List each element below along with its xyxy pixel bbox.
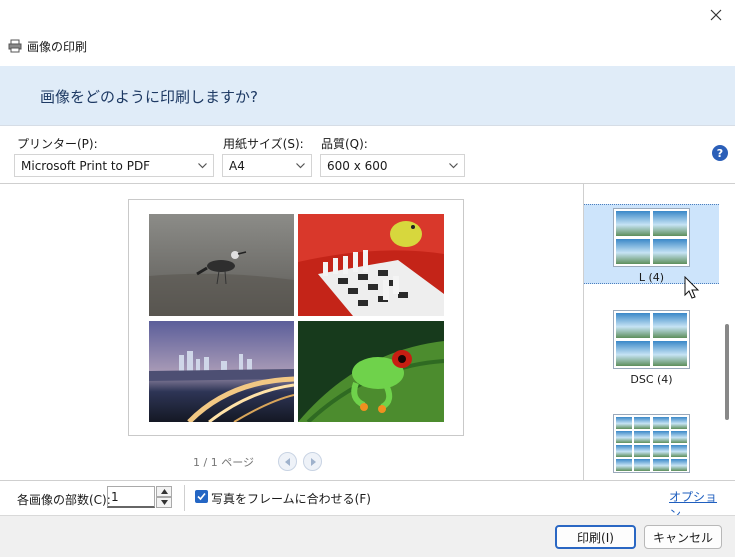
arrow-left-icon	[284, 457, 290, 466]
quality-select[interactable]: 600 x 600	[320, 154, 465, 177]
fit-to-frame-checkbox[interactable]	[195, 490, 208, 503]
printer-value: Microsoft Print to PDF	[21, 158, 151, 173]
help-button[interactable]: ?	[712, 145, 728, 161]
quality-value: 600 x 600	[327, 158, 388, 173]
chevron-down-icon	[296, 163, 305, 169]
chevron-up-icon	[160, 489, 168, 494]
quality-label: 品質(Q):	[321, 137, 368, 151]
previous-page-button[interactable]	[278, 452, 297, 471]
decrement-button[interactable]	[156, 497, 172, 508]
layout-scrollbar[interactable]	[725, 324, 729, 420]
page-preview	[128, 199, 464, 436]
header-banner: 画像をどのように印刷しますか?	[0, 66, 735, 126]
layout-item-l4[interactable]: L (4)	[584, 204, 719, 284]
preview-pane: 1 / 1 ページ	[0, 184, 583, 480]
options-row: 各画像の部数(C): 1 写真をフレームに合わせる(F) オプション...	[0, 481, 735, 521]
copies-stepper[interactable]	[156, 486, 172, 508]
close-button[interactable]	[703, 2, 729, 28]
paper-size-value: A4	[229, 158, 245, 173]
arrow-right-icon	[310, 457, 316, 466]
checkmark-icon	[197, 492, 206, 501]
next-page-button[interactable]	[303, 452, 322, 471]
copies-value: 1	[111, 489, 119, 504]
chess-parrot-photo	[298, 214, 444, 316]
window-title: 画像の印刷	[27, 39, 88, 54]
paper-size-select[interactable]: A4	[222, 154, 312, 177]
frog-photo	[298, 321, 444, 422]
layout-thumbnail	[613, 414, 690, 473]
paper-size-label: 用紙サイズ(S):	[223, 137, 304, 151]
close-icon	[710, 9, 722, 21]
print-button[interactable]: 印刷(I)	[555, 525, 636, 549]
print-dialog: 画像の印刷 画像をどのように印刷しますか? プリンター(P): Microsof…	[0, 0, 735, 557]
help-icon: ?	[716, 146, 724, 160]
layout-thumbnail	[613, 208, 690, 267]
increment-button[interactable]	[156, 486, 172, 497]
title-bar: 画像の印刷	[8, 37, 87, 55]
mouse-cursor-icon	[684, 276, 700, 299]
chevron-down-icon	[160, 500, 168, 505]
layout-item-dsc4[interactable]: DSC (4)	[584, 310, 719, 390]
chevron-down-icon	[449, 163, 458, 169]
copies-input[interactable]: 1	[107, 486, 155, 508]
layout-list: L (4) DSC (4)	[583, 184, 735, 480]
layout-item-multi[interactable]	[584, 414, 719, 480]
dialog-footer: 印刷(I) キャンセル	[0, 515, 735, 557]
printer-icon	[8, 39, 22, 53]
divider	[184, 485, 185, 511]
chevron-down-icon	[198, 163, 207, 169]
seagull-photo	[149, 214, 294, 316]
printer-select[interactable]: Microsoft Print to PDF	[14, 154, 214, 177]
layout-thumbnail	[613, 310, 690, 369]
printer-label: プリンター(P):	[17, 137, 98, 151]
city-night-photo	[149, 321, 294, 422]
layout-label: DSC (4)	[630, 373, 673, 386]
copies-label: 各画像の部数(C):	[17, 493, 111, 507]
cancel-button[interactable]: キャンセル	[644, 525, 722, 549]
page-indicator: 1 / 1 ページ	[193, 456, 254, 469]
fit-to-frame-label[interactable]: 写真をフレームに合わせる(F)	[211, 490, 371, 507]
dialog-heading: 画像をどのように印刷しますか?	[40, 88, 258, 106]
